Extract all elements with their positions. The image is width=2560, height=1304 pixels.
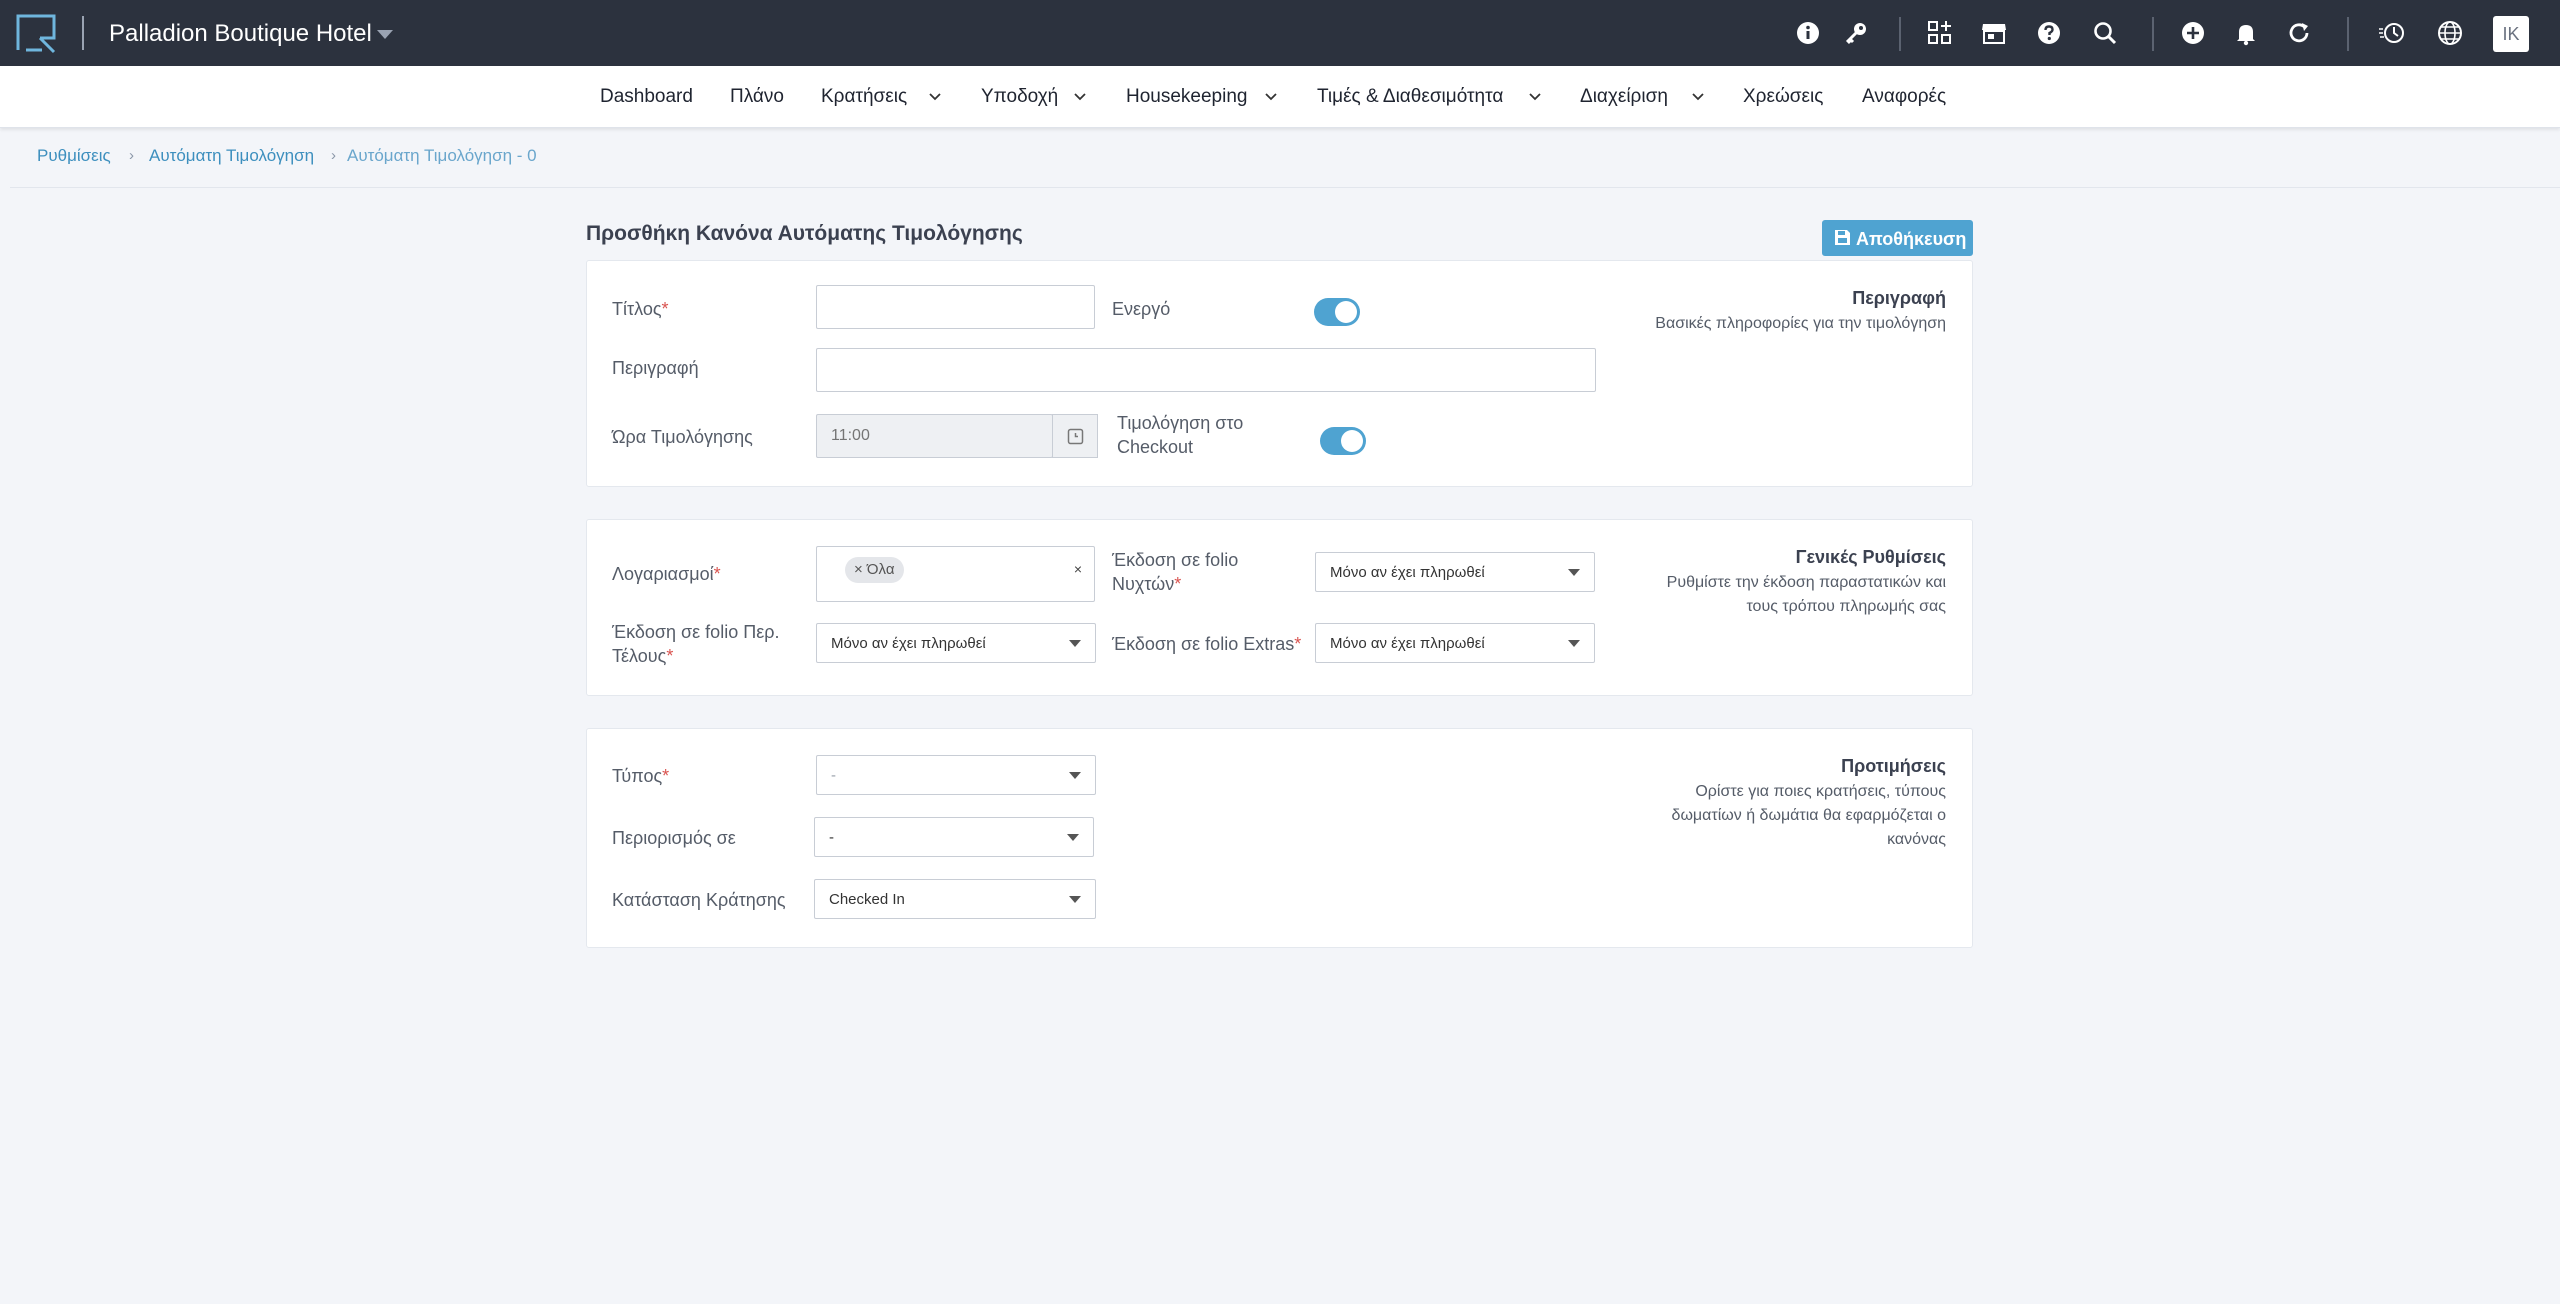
section-desc-general: Ρυθμίστε την έκδοση παραστατικών και τους… (1666, 574, 1946, 615)
section-title-description: Περιγραφή (1852, 288, 1946, 308)
chevron-down-icon[interactable] (1527, 91, 1543, 103)
nav-housekeeping[interactable]: Housekeeping (1126, 86, 1247, 108)
invoice-time-label: Ώρα Τιμολόγησης (612, 427, 753, 447)
description-label: Περιγραφή (612, 358, 699, 378)
topbar-divider (82, 16, 84, 50)
search-icon[interactable] (2090, 18, 2120, 48)
restriction-label: Περιορισμός σε (612, 828, 736, 848)
info-icon[interactable] (1793, 18, 1823, 48)
breadcrumb: Ρυθμίσεις › Αυτόματη Τιμολόγηση › Αυτόμα… (10, 128, 2560, 188)
nights-folio-label: Έκδοση σε folio Νυχτών* (1112, 550, 1239, 594)
nav-reservations[interactable]: Κρατήσεις (821, 86, 907, 108)
save-button-label: Αποθήκευση (1856, 229, 1967, 249)
history-icon[interactable] (2377, 18, 2407, 48)
title-input[interactable] (816, 285, 1095, 329)
page-title: Προσθήκη Κανόνα Αυτόματης Τιμολόγησης (586, 222, 1023, 245)
caret-down-icon (1568, 640, 1580, 647)
card-description: Τίτλος* Ενεργό Περιγραφή Ώρα Τιμολόγησης… (586, 260, 1973, 487)
booking-status-select[interactable]: Checked In (814, 879, 1096, 919)
add-circle-icon[interactable] (2178, 18, 2208, 48)
breadcrumb-auto-invoicing[interactable]: Αυτόματη Τιμολόγηση (149, 146, 314, 166)
account-chip-all[interactable]: × Όλα (845, 557, 904, 583)
accounts-multiselect[interactable]: × Όλα × (816, 546, 1095, 602)
nav-management[interactable]: Διαχείριση (1580, 86, 1668, 108)
nav-reception[interactable]: Υποδοχή (981, 86, 1058, 108)
topbar-divider (2347, 17, 2349, 51)
globe-icon[interactable] (2435, 18, 2465, 48)
invoice-time-input (816, 414, 1053, 458)
active-label: Ενεργό (1112, 299, 1171, 319)
nav-dashboard[interactable]: Dashboard (600, 86, 693, 108)
extras-folio-value: Μόνο αν έχει πληρωθεί (1330, 635, 1485, 652)
title-label: Τίτλος* (612, 299, 669, 319)
active-toggle[interactable] (1314, 298, 1360, 326)
nights-folio-select[interactable]: Μόνο αν έχει πληρωθεί (1315, 552, 1595, 592)
booking-status-value: Checked In (829, 891, 905, 908)
description-input[interactable] (816, 348, 1596, 392)
section-desc-description: Βασικές πληροφορίες για την τιμολόγηση (1655, 315, 1946, 332)
caret-down-icon (1069, 896, 1081, 903)
breadcrumb-current: Αυτόματη Τιμολόγηση - 0 (347, 146, 537, 165)
nav-reports[interactable]: Αναφορές (1862, 86, 1946, 108)
chevron-down-icon[interactable] (927, 91, 943, 103)
hotel-selector[interactable]: Palladion Boutique Hotel (109, 20, 372, 48)
checkout-invoicing-toggle[interactable] (1320, 427, 1366, 455)
save-button[interactable]: Αποθήκευση (1822, 220, 1973, 256)
type-value: - (831, 767, 836, 784)
nav-rates[interactable]: Τιμές & Διαθεσιμότητα (1317, 86, 1503, 108)
extras-folio-select[interactable]: Μόνο αν έχει πληρωθεί (1315, 623, 1595, 663)
section-desc-preferences: Ορίστε για ποιες κρατήσεις, τύπους δωματί… (1671, 783, 1946, 848)
user-avatar[interactable]: IK (2493, 16, 2529, 52)
breadcrumb-separator: › (331, 147, 336, 164)
tax-folio-value: Μόνο αν έχει πληρωθεί (831, 635, 986, 652)
card-preferences: Τύπος* - Περιορισμός σε - Κατάσταση Κράτ… (586, 728, 1973, 948)
topbar-divider (1899, 17, 1901, 51)
key-icon[interactable] (1841, 18, 1871, 48)
breadcrumb-settings[interactable]: Ρυθμίσεις (37, 146, 111, 166)
tax-folio-select[interactable]: Μόνο αν έχει πληρωθεί (816, 623, 1096, 663)
caret-down-icon (1067, 834, 1079, 841)
card-general-settings: Λογαριασμοί* × Όλα × Έκδοση σε folio Νυχτ… (586, 519, 1973, 696)
accounts-label: Λογαριασμοί* (612, 564, 721, 584)
toggle-knob (1341, 430, 1363, 452)
extras-folio-label: Έκδοση σε folio Extras* (1112, 634, 1302, 654)
nav-plan[interactable]: Πλάνο (730, 86, 784, 108)
apps-add-icon[interactable] (1925, 18, 1955, 48)
tax-folio-label: Έκδοση σε folio Περ. Τέλους* (612, 622, 780, 666)
caret-down-icon (1069, 772, 1081, 779)
booking-status-label: Κατάσταση Κράτησης (612, 890, 786, 910)
chevron-down-icon[interactable] (1263, 91, 1279, 103)
store-icon[interactable] (1979, 18, 2009, 48)
restriction-value: - (829, 829, 834, 846)
chevron-down-icon[interactable] (1072, 91, 1088, 103)
checkout-invoicing-label: Τιμολόγηση στο Checkout (1117, 413, 1244, 457)
section-title-general: Γενικές Ρυθμίσεις (1795, 547, 1946, 567)
toggle-knob (1335, 301, 1357, 323)
floppy-disk-icon (1834, 229, 1851, 246)
restriction-select[interactable]: - (814, 817, 1094, 857)
breadcrumb-separator: › (129, 147, 134, 164)
chevron-down-icon[interactable] (1690, 91, 1706, 103)
caret-down-icon (1568, 569, 1580, 576)
nights-folio-value: Μόνο αν έχει πληρωθεί (1330, 564, 1485, 581)
clock-icon (1067, 428, 1084, 445)
bell-icon[interactable] (2231, 18, 2261, 48)
main-nav: Dashboard Πλάνο Κρατήσεις Υποδοχή Housek… (0, 66, 2560, 128)
time-picker-button[interactable] (1052, 414, 1098, 458)
help-icon[interactable] (2034, 18, 2064, 48)
topbar-divider (2152, 17, 2154, 51)
top-bar: Palladion Boutique Hotel IK (0, 0, 2560, 66)
caret-down-icon (1069, 640, 1081, 647)
clear-icon[interactable]: × (1074, 561, 1082, 577)
caret-down-icon[interactable] (377, 30, 393, 39)
refresh-icon[interactable] (2284, 18, 2314, 48)
type-select[interactable]: - (816, 755, 1096, 795)
app-logo-icon[interactable] (14, 12, 58, 54)
nav-charges[interactable]: Χρεώσεις (1743, 86, 1823, 108)
type-label: Τύπος* (612, 766, 670, 786)
section-title-preferences: Προτιμήσεις (1841, 756, 1946, 776)
